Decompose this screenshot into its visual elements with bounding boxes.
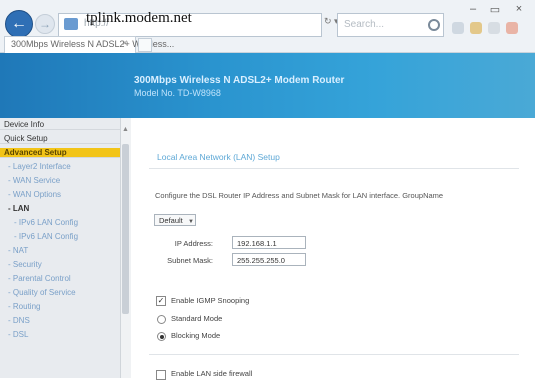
divider bbox=[149, 354, 519, 355]
close-button[interactable]: × bbox=[512, 3, 526, 15]
favorites-star-icon[interactable] bbox=[452, 22, 464, 34]
browser-tab[interactable]: 300Mbps Wireless N ADSL2+ Wireless... × bbox=[4, 36, 174, 53]
sidebar-item-wan-options[interactable]: - WAN Options bbox=[0, 190, 120, 200]
sidebar-item-ipv6-lan-config[interactable]: - IPv6 LAN Config bbox=[0, 232, 120, 242]
sidebar-scrollbar[interactable]: ▲ bbox=[120, 118, 131, 378]
section-title: Local Area Network (LAN) Setup bbox=[157, 152, 280, 162]
browser-toolbar: ← → http:// tplink.modem.net ↻ ▾ Search.… bbox=[0, 0, 535, 53]
subnet-mask-label: Subnet Mask: bbox=[167, 256, 213, 265]
lan-firewall-label: Enable LAN side firewall bbox=[171, 369, 253, 378]
scroll-up-icon[interactable]: ▲ bbox=[122, 126, 129, 133]
subnet-mask-field[interactable]: 255.255.255.0 bbox=[232, 253, 306, 266]
forward-arrow-icon: → bbox=[39, 17, 51, 31]
sidebar-item-routing[interactable]: - Routing bbox=[0, 302, 120, 312]
sidebar: Device Info Quick Setup Advanced Setup - La… bbox=[0, 118, 131, 378]
sidebar-item-quality-of-service[interactable]: - Quality of Service bbox=[0, 288, 120, 298]
sidebar-item-dns[interactable]: - DNS bbox=[0, 316, 120, 326]
lan-firewall-checkbox[interactable] bbox=[156, 370, 166, 380]
sidebar-item-wan-service[interactable]: - WAN Service bbox=[0, 176, 120, 186]
sidebar-item-dsl[interactable]: - DSL bbox=[0, 330, 120, 340]
ip-address-field[interactable]: 192.168.1.1 bbox=[232, 236, 306, 249]
sidebar-menu: Device Info Quick Setup Advanced Setup - La… bbox=[0, 118, 120, 378]
tab-close-icon[interactable]: × bbox=[122, 38, 128, 49]
search-box[interactable]: Search... bbox=[337, 13, 444, 37]
settings-gear-icon[interactable] bbox=[488, 22, 500, 34]
sidebar-item-quick-setup[interactable]: Quick Setup bbox=[0, 134, 120, 144]
standard-mode-label: Standard Mode bbox=[171, 314, 223, 323]
home-icon[interactable] bbox=[470, 22, 482, 34]
maximize-button[interactable]: ▭ bbox=[488, 3, 502, 16]
standard-mode-radio[interactable] bbox=[157, 315, 166, 324]
search-icon[interactable] bbox=[428, 19, 440, 31]
chevron-down-icon: ▼ bbox=[188, 219, 194, 225]
divider bbox=[149, 168, 519, 169]
igmp-snooping-label: Enable IGMP Snooping bbox=[171, 296, 250, 305]
forward-button[interactable]: → bbox=[35, 14, 55, 34]
sidebar-item-ipv6-lan-config[interactable]: - IPv6 LAN Config bbox=[0, 218, 120, 228]
search-placeholder: Search... bbox=[344, 19, 385, 30]
group-name-value: Default bbox=[159, 216, 183, 225]
router-banner: 300Mbps Wireless N ADSL2+ Modem Router M… bbox=[0, 53, 535, 118]
sidebar-item-lan[interactable]: - LAN bbox=[0, 204, 120, 214]
banner-title: 300Mbps Wireless N ADSL2+ Modem Router bbox=[134, 75, 345, 86]
igmp-snooping-checkbox[interactable]: ✓ bbox=[156, 296, 166, 306]
sidebar-item-security[interactable]: - Security bbox=[0, 260, 120, 270]
lan-description: Configure the DSL Router IP Address and … bbox=[155, 191, 444, 200]
sidebar-item-device-info[interactable]: Device Info bbox=[0, 120, 120, 130]
back-arrow-icon: ← bbox=[11, 15, 27, 32]
sidebar-item-parental-control[interactable]: - Parental Control bbox=[0, 274, 120, 284]
site-favicon-icon bbox=[64, 18, 78, 30]
banner-model: Model No. TD-W8968 bbox=[134, 88, 221, 98]
url-text[interactable]: tplink.modem.net bbox=[86, 10, 192, 27]
sidebar-item-layer2-interface[interactable]: - Layer2 Interface bbox=[0, 162, 120, 172]
sidebar-item-advanced-setup[interactable]: Advanced Setup bbox=[0, 148, 120, 158]
blocking-mode-radio[interactable] bbox=[157, 332, 166, 341]
ip-address-label: IP Address: bbox=[174, 239, 213, 248]
back-button[interactable]: ← bbox=[5, 10, 33, 38]
group-name-select[interactable]: Default ▼ bbox=[154, 214, 196, 226]
blocking-mode-label: Blocking Mode bbox=[171, 331, 221, 340]
minimize-button[interactable]: – bbox=[466, 3, 480, 15]
scroll-thumb[interactable] bbox=[122, 144, 129, 314]
smiley-icon[interactable] bbox=[506, 22, 518, 34]
sidebar-item-nat[interactable]: - NAT bbox=[0, 246, 120, 256]
main-content: Local Area Network (LAN) Setup Configure… bbox=[131, 118, 535, 380]
new-tab-button[interactable] bbox=[138, 38, 152, 52]
